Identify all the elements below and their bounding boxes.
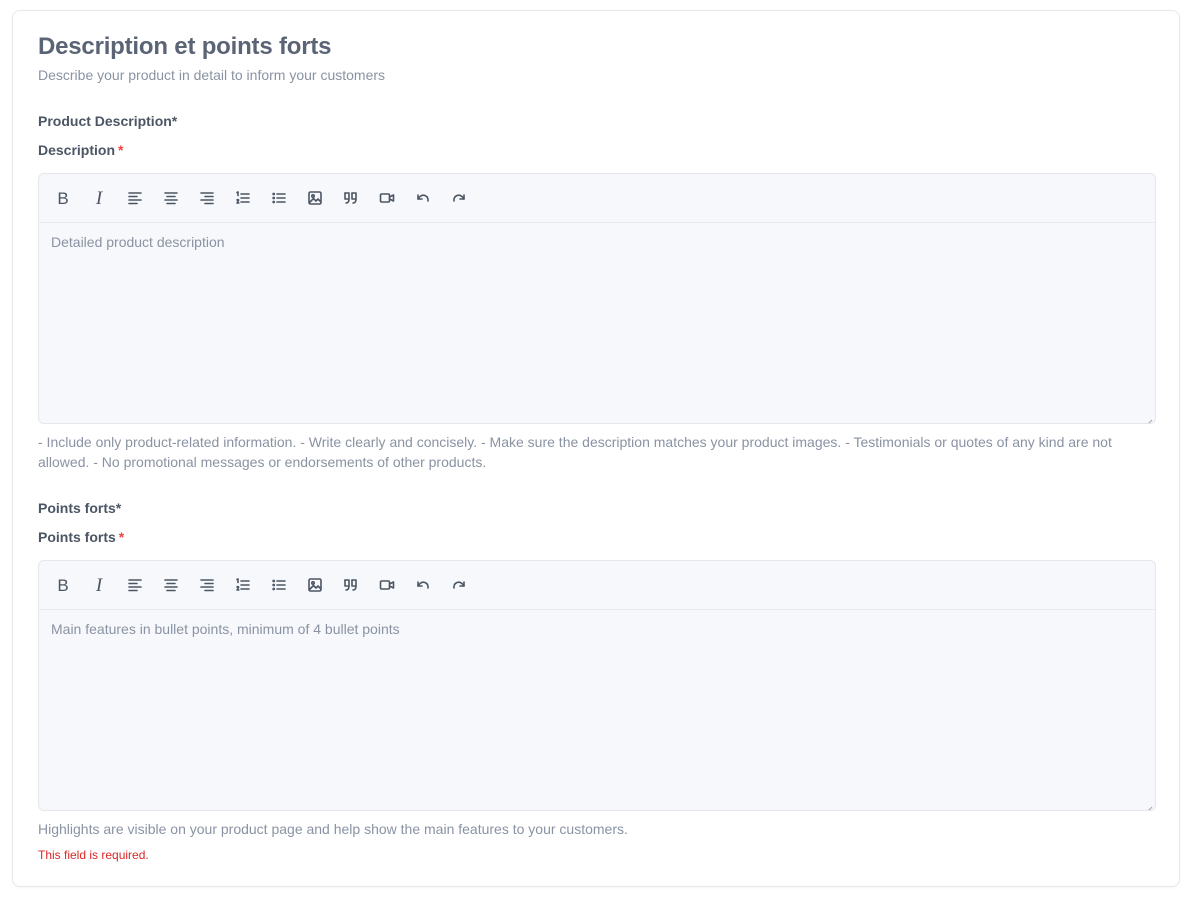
description-placeholder: Detailed product description xyxy=(51,234,225,250)
image-icon xyxy=(308,578,322,592)
required-error-message: This field is required. xyxy=(38,848,149,862)
bullet-list-icon xyxy=(272,579,286,591)
highlights-section-label: Points forts* xyxy=(38,500,122,516)
redo-button[interactable] xyxy=(447,186,471,210)
quote-icon xyxy=(344,192,357,204)
bold-button[interactable]: B xyxy=(51,573,75,597)
bold-button[interactable]: B xyxy=(51,186,75,210)
description-section-label: Product Description* xyxy=(38,113,178,129)
ordered-list-button[interactable] xyxy=(231,186,255,210)
resize-handle-icon[interactable] xyxy=(1145,801,1153,810)
quote-button[interactable] xyxy=(339,573,363,597)
ordered-list-button[interactable] xyxy=(231,573,255,597)
align-left-button[interactable] xyxy=(123,186,147,210)
align-left-button[interactable] xyxy=(123,573,147,597)
redo-button[interactable] xyxy=(447,573,471,597)
description-editor: B I Detailed product description xyxy=(38,173,1156,424)
redo-icon xyxy=(453,194,465,202)
product-description-card: Description et points forts Describe you… xyxy=(12,10,1180,887)
description-field-label: Description * xyxy=(38,142,123,158)
align-right-button[interactable] xyxy=(195,186,219,210)
bullet-list-button[interactable] xyxy=(267,573,291,597)
video-button[interactable] xyxy=(375,186,399,210)
description-toolbar: B I xyxy=(39,174,1155,223)
align-center-button[interactable] xyxy=(159,186,183,210)
align-center-button[interactable] xyxy=(159,573,183,597)
quote-icon xyxy=(344,579,357,591)
highlights-toolbar: B I xyxy=(39,561,1155,610)
italic-icon: I xyxy=(95,187,103,209)
italic-icon: I xyxy=(95,574,103,596)
video-icon xyxy=(379,580,395,590)
resize-handle-icon[interactable] xyxy=(1145,414,1153,423)
video-icon xyxy=(379,193,395,203)
ordered-list-icon xyxy=(236,191,250,204)
image-icon xyxy=(308,191,322,205)
undo-icon xyxy=(417,581,429,589)
required-mark: * xyxy=(118,529,125,545)
video-button[interactable] xyxy=(375,573,399,597)
ordered-list-icon xyxy=(236,578,250,591)
redo-icon xyxy=(453,581,465,589)
highlights-help-text: Highlights are visible on your product p… xyxy=(38,821,628,837)
align-center-icon xyxy=(164,192,178,205)
image-button[interactable] xyxy=(303,573,327,597)
highlights-label-text: Points forts xyxy=(38,529,116,545)
align-right-button[interactable] xyxy=(195,573,219,597)
quote-button[interactable] xyxy=(339,186,363,210)
highlights-placeholder: Main features in bullet points, minimum … xyxy=(51,621,400,637)
required-mark: * xyxy=(118,142,124,158)
bullet-list-icon xyxy=(272,192,286,204)
undo-button[interactable] xyxy=(411,186,435,210)
description-label-text: Description xyxy=(38,142,116,158)
italic-button[interactable]: I xyxy=(87,186,111,210)
undo-button[interactable] xyxy=(411,573,435,597)
align-left-icon xyxy=(128,579,142,592)
highlights-input[interactable]: Main features in bullet points, minimum … xyxy=(39,610,1155,810)
highlights-field-label: Points forts * xyxy=(38,529,124,545)
bullet-list-button[interactable] xyxy=(267,186,291,210)
bold-icon: B xyxy=(57,188,69,208)
align-right-icon xyxy=(200,579,214,592)
description-help-text: - Include only product-related informati… xyxy=(38,434,1112,470)
align-right-icon xyxy=(200,192,214,205)
card-title: Description et points forts xyxy=(38,33,332,60)
undo-icon xyxy=(417,194,429,202)
bold-icon: B xyxy=(57,575,69,595)
image-button[interactable] xyxy=(303,186,327,210)
align-left-icon xyxy=(128,192,142,205)
description-input[interactable]: Detailed product description xyxy=(39,223,1155,423)
highlights-editor: B I Main features in bullet points, mini… xyxy=(38,560,1156,811)
italic-button[interactable]: I xyxy=(87,573,111,597)
card-subtitle: Describe your product in detail to infor… xyxy=(38,67,386,83)
align-center-icon xyxy=(164,579,178,592)
